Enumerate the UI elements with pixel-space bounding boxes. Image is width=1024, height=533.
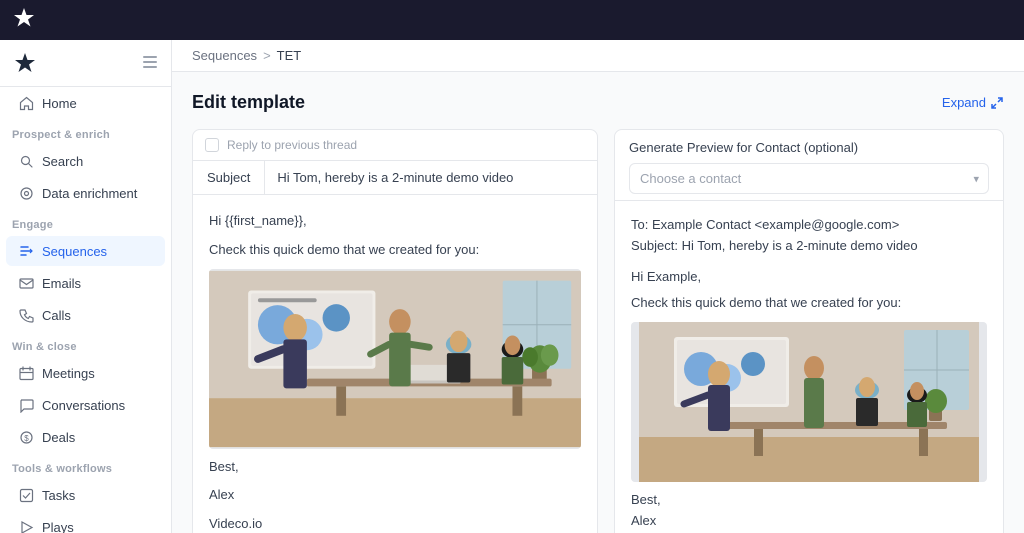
section-label-win: Win & close — [0, 331, 171, 357]
phone-icon — [18, 307, 34, 323]
reply-thread-label: Reply to previous thread — [227, 138, 357, 152]
section-label-prospect: Prospect & enrich — [0, 119, 171, 145]
subject-input[interactable] — [265, 161, 597, 194]
sidebar-item-home[interactable]: Home — [6, 88, 165, 118]
top-bar — [0, 0, 1024, 40]
content-area: Sequences > TET Edit template Expand — [172, 40, 1024, 533]
sidebar-item-plays[interactable]: Plays — [6, 512, 165, 533]
expand-button[interactable]: Expand — [942, 95, 1004, 110]
contact-select-wrapper: Choose a contact — [629, 163, 989, 194]
email-editor: Reply to previous thread Subject Hi {{fi… — [192, 129, 598, 533]
sidebar-item-meetings-label: Meetings — [42, 366, 95, 381]
preview-greeting: Hi Example, — [631, 267, 987, 288]
sidebar-item-deals-label: Deals — [42, 430, 75, 445]
sidebar-item-emails[interactable]: Emails — [6, 268, 165, 298]
sidebar-item-search-label: Search — [42, 154, 83, 169]
preview-header: Generate Preview for Contact (optional) … — [615, 130, 1003, 201]
sidebar-item-conversations[interactable]: Conversations — [6, 390, 165, 420]
reply-thread-checkbox[interactable] — [205, 138, 219, 152]
sidebar-collapse-btn[interactable] — [141, 53, 159, 74]
sidebar-item-home-label: Home — [42, 96, 77, 111]
email-body[interactable]: Hi {{first_name}}, Check this quick demo… — [193, 195, 597, 533]
svg-text:$: $ — [24, 434, 29, 443]
sidebar-item-calls-label: Calls — [42, 308, 71, 323]
dollar-icon: $ — [18, 429, 34, 445]
sidebar-item-meetings[interactable]: Meetings — [6, 358, 165, 388]
preview-to-line: To: Example Contact <example@google.com> — [631, 215, 987, 236]
subject-row: Subject — [193, 161, 597, 195]
preview-body-text: Check this quick demo that we created fo… — [631, 293, 987, 314]
body-line-greeting: Hi {{first_name}}, — [209, 211, 581, 232]
sidebar-item-plays-label: Plays — [42, 520, 74, 533]
panel-header: Edit template Expand — [192, 92, 1004, 113]
contact-select[interactable]: Choose a contact — [629, 163, 989, 194]
preview-body: To: Example Contact <example@google.com>… — [615, 201, 1003, 533]
sidebar-header — [0, 40, 171, 87]
email-image — [209, 269, 581, 449]
body-signature-best: Best, — [209, 457, 581, 478]
sidebar: Home Prospect & enrich Search Data enric… — [0, 40, 172, 533]
preview-image — [631, 322, 987, 482]
sidebar-item-emails-label: Emails — [42, 276, 81, 291]
sidebar-item-deals[interactable]: $ Deals — [6, 422, 165, 452]
sidebar-logo — [12, 50, 38, 76]
breadcrumb-parent[interactable]: Sequences — [192, 48, 257, 63]
breadcrumb-separator: > — [263, 48, 271, 63]
preview-sig-alex: Alex — [631, 511, 987, 532]
checkbox-icon — [18, 487, 34, 503]
preview-sig-best: Best, — [631, 490, 987, 511]
sidebar-item-calls[interactable]: Calls — [6, 300, 165, 330]
sidebar-item-enrichment-label: Data enrichment — [42, 186, 137, 201]
sidebar-item-data-enrichment[interactable]: Data enrichment — [6, 178, 165, 208]
sequences-icon — [18, 243, 34, 259]
sidebar-item-sequences-label: Sequences — [42, 244, 107, 259]
preview-header-title: Generate Preview for Contact (optional) — [629, 140, 989, 155]
sidebar-item-tasks-label: Tasks — [42, 488, 75, 503]
play-icon — [18, 519, 34, 533]
app-logo — [12, 6, 36, 35]
sidebar-item-sequences[interactable]: Sequences — [6, 236, 165, 266]
sidebar-item-tasks[interactable]: Tasks — [6, 480, 165, 510]
breadcrumb: Sequences > TET — [172, 40, 1024, 72]
reply-thread-bar: Reply to previous thread — [193, 130, 597, 161]
body-line-intro: Check this quick demo that we created fo… — [209, 240, 581, 261]
search-icon — [18, 153, 34, 169]
sidebar-item-conversations-label: Conversations — [42, 398, 125, 413]
calendar-icon — [18, 365, 34, 381]
preview-panel: Generate Preview for Contact (optional) … — [614, 129, 1004, 533]
enrichment-icon — [18, 185, 34, 201]
section-label-tools: Tools & workflows — [0, 453, 171, 479]
sidebar-item-search[interactable]: Search — [6, 146, 165, 176]
chat-icon — [18, 397, 34, 413]
subject-label: Subject — [193, 161, 265, 194]
edit-template-panel: Edit template Expand Reply to — [172, 72, 1024, 533]
section-label-engage: Engage — [0, 209, 171, 235]
preview-subject-line: Subject: Hi Tom, hereby is a 2-minute de… — [631, 236, 987, 257]
breadcrumb-current: TET — [277, 48, 302, 63]
preview-meta: To: Example Contact <example@google.com>… — [631, 215, 987, 257]
template-editor-layout: Reply to previous thread Subject Hi {{fi… — [192, 129, 1004, 533]
body-signature-company: Videco.io — [209, 514, 581, 533]
body-signature-alex: Alex — [209, 485, 581, 506]
email-icon — [18, 275, 34, 291]
home-icon — [18, 95, 34, 111]
expand-icon — [990, 96, 1004, 110]
panel-title: Edit template — [192, 92, 305, 113]
